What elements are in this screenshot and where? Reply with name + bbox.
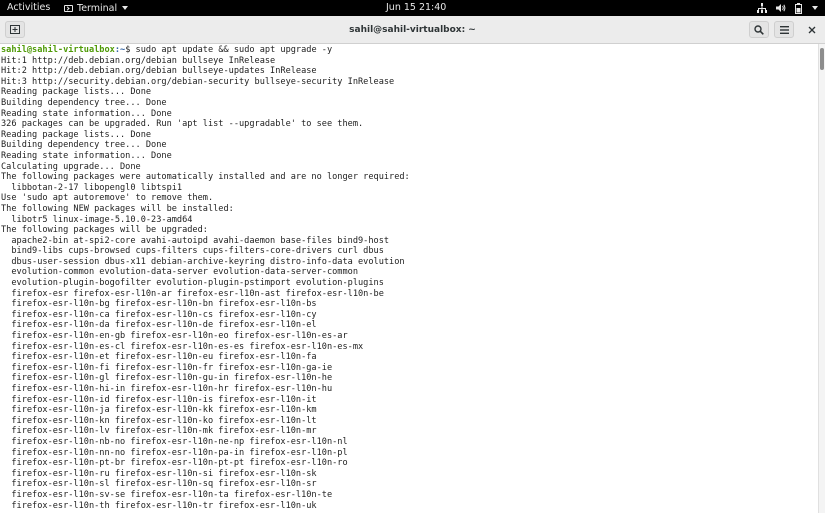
output-line: The following NEW packages will be insta… [1, 203, 234, 214]
search-icon [754, 24, 764, 35]
output-line: firefox-esr-l10n-ca firefox-esr-l10n-cs … [1, 309, 317, 320]
output-line: firefox-esr-l10n-nb-no firefox-esr-l10n-… [1, 436, 348, 447]
output-line: Hit:3 http://security.debian.org/debian-… [1, 76, 395, 87]
output-line: firefox-esr firefox-esr-l10n-ar firefox-… [1, 288, 384, 299]
output-line: firefox-esr-l10n-en-gb firefox-esr-l10n-… [1, 331, 348, 342]
terminal-scrollbar[interactable] [818, 44, 825, 513]
clock[interactable]: Jun 15 21:40 [386, 0, 446, 16]
output-line: firefox-esr-l10n-hi-in firefox-esr-l10n-… [1, 384, 333, 394]
close-button[interactable] [804, 21, 820, 38]
battery-icon[interactable] [795, 2, 802, 14]
output-line: firefox-esr-l10n-sl firefox-esr-l10n-sq … [1, 479, 317, 490]
output-line: firefox-esr-l10n-bg firefox-esr-l10n-bn … [1, 299, 317, 310]
output-line: The following packages were automaticall… [1, 172, 410, 183]
output-line: firefox-esr-l10n-gl firefox-esr-l10n-gu-… [1, 373, 333, 384]
output-line: apache2-bin at-spi2-core avahi-autoipd a… [1, 235, 390, 246]
prompt-symbol: $ [125, 45, 136, 55]
app-menu-terminal[interactable]: Terminal [64, 0, 129, 16]
output-line: Calculating upgrade... Done [1, 161, 141, 172]
output-line: Building dependency tree... Done [1, 140, 167, 151]
output-line: firefox-esr-l10n-da firefox-esr-l10n-de … [1, 320, 317, 331]
output-line: Hit:2 http://deb.debian.org/debian bulls… [1, 66, 317, 77]
output-line: dbus-user-session dbus-x11 debian-archiv… [1, 256, 405, 267]
window-title: sahil@sahil-virtualbox: ~ [349, 25, 476, 35]
output-line: 326 packages can be upgraded. Run 'apt l… [1, 119, 364, 130]
output-line: firefox-esr-l10n-ru firefox-esr-l10n-si … [1, 468, 317, 479]
output-line: firefox-esr-l10n-sv-se firefox-esr-l10n-… [1, 489, 333, 500]
output-line: firefox-esr-l10n-lv firefox-esr-l10n-mk … [1, 426, 317, 437]
system-tray[interactable] [757, 0, 818, 16]
app-menu-label: Terminal [77, 2, 118, 14]
close-icon [808, 26, 816, 33]
output-line: firefox-esr-l10n-ja firefox-esr-l10n-kk … [1, 405, 317, 416]
output-line: Building dependency tree... Done [1, 97, 167, 108]
output-line: bind9-libs cups-browsed cups-filters cup… [1, 246, 384, 257]
terminal-header-bar: sahil@sahil-virtualbox: ~ [0, 16, 825, 44]
activities-button[interactable]: Activities [7, 0, 50, 16]
output-line: evolution-plugin-bogofilter evolution-pl… [1, 278, 384, 289]
prompt-line: sahil@sahil-virtualbox:~$ sudo apt updat… [1, 45, 818, 56]
new-tab-icon [10, 25, 20, 34]
prompt-user-host: sahil@sahil-virtualbox [1, 45, 115, 55]
output-line: Use 'sudo apt autoremove' to remove them… [1, 193, 214, 204]
output-line: firefox-esr-l10n-nn-no firefox-esr-l10n-… [1, 447, 348, 458]
system-menu-caret-icon[interactable] [812, 6, 818, 10]
output-line: Reading package lists... Done [1, 129, 152, 140]
output-line: Reading package lists... Done [1, 87, 152, 98]
new-tab-button[interactable] [5, 21, 25, 38]
output-line: firefox-esr-l10n-id firefox-esr-l10n-is … [1, 394, 317, 405]
output-line: The following packages will be upgraded: [1, 225, 208, 236]
output-line: libotr5 linux-image-5.10.0-23-amd64 [1, 214, 193, 225]
scrollbar-thumb[interactable] [820, 48, 824, 70]
chevron-down-icon [122, 6, 129, 10]
output-line: evolution-common evolution-data-server e… [1, 267, 358, 278]
prompt-path: :~ [114, 45, 126, 55]
volume-icon[interactable] [776, 3, 786, 13]
terminal-text: sahil@sahil-virtualbox:~$ sudo apt updat… [0, 44, 818, 511]
hamburger-menu-icon [779, 25, 789, 34]
menu-button[interactable] [774, 21, 794, 38]
output-line: firefox-esr-l10n-et firefox-esr-l10n-eu … [1, 352, 317, 363]
search-button[interactable] [749, 21, 769, 38]
terminal-app-icon [64, 4, 73, 12]
gnome-top-bar: Activities Terminal Jun 15 21:40 [0, 0, 825, 16]
output-line: Reading state information... Done [1, 108, 172, 119]
output-line: libbotan-2-17 libopengl0 libtspi1 [1, 182, 183, 193]
network-icon[interactable] [757, 3, 767, 13]
prompt-command: sudo apt update && sudo apt upgrade -y [135, 45, 333, 55]
terminal-output-area[interactable]: sahil@sahil-virtualbox:~$ sudo apt updat… [0, 44, 818, 513]
output-line: firefox-esr-l10n-pt-br firefox-esr-l10n-… [1, 458, 348, 469]
output-line: Hit:1 http://deb.debian.org/debian bulls… [1, 55, 276, 66]
output-line: firefox-esr-l10n-fi firefox-esr-l10n-fr … [1, 362, 333, 373]
output-line: Reading state information... Done [1, 150, 172, 161]
output-line: firefox-esr-l10n-es-cl firefox-esr-l10n-… [1, 341, 364, 352]
output-line: firefox-esr-l10n-th firefox-esr-l10n-tr … [1, 500, 317, 511]
output-line: firefox-esr-l10n-kn firefox-esr-l10n-ko … [1, 415, 317, 426]
